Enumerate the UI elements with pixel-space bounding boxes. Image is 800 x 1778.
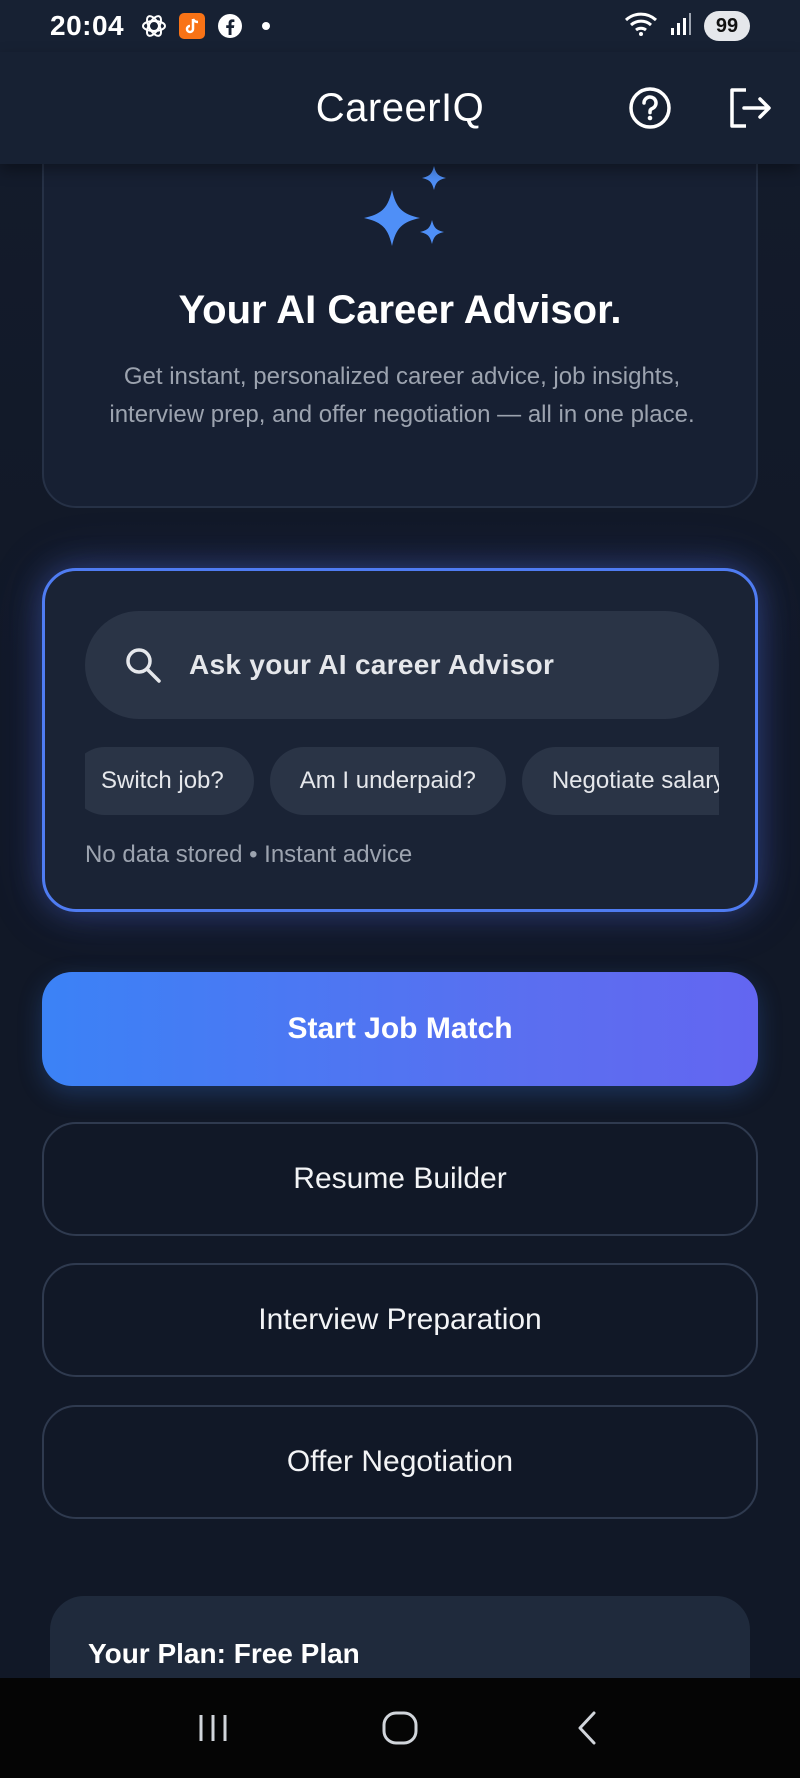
hero-card: Your AI Career Advisor. Get instant, per… (42, 120, 758, 508)
recent-apps-button[interactable] (183, 1698, 243, 1758)
app-notification-icon (178, 12, 206, 40)
suggestion-chips[interactable]: Switch job? Am I underpaid? Negotiate sa… (85, 747, 719, 817)
signal-icon (670, 12, 692, 41)
ask-advisor-input[interactable]: Ask your AI career Advisor (85, 611, 719, 719)
status-right: 99 (624, 11, 750, 42)
facebook-icon (216, 12, 244, 40)
chip-negotiate-salary[interactable]: Negotiate salary (521, 747, 719, 815)
help-circle-icon[interactable] (628, 86, 672, 130)
resume-builder-button[interactable]: Resume Builder (42, 1122, 758, 1236)
wifi-icon (624, 11, 658, 42)
plan-label: Your Plan: Free Plan (88, 1638, 360, 1669)
battery-icon: 99 (704, 11, 750, 41)
recent-apps-icon (199, 1715, 227, 1741)
home-button[interactable] (370, 1698, 430, 1758)
notification-dot (262, 22, 271, 30)
start-job-match-button[interactable]: Start Job Match (42, 972, 758, 1086)
sparkles-icon (364, 166, 446, 246)
search-icon (126, 648, 161, 683)
back-icon (578, 1711, 596, 1745)
hero-title: Your AI Career Advisor. (178, 288, 622, 332)
back-button[interactable] (557, 1698, 617, 1758)
logout-icon[interactable] (726, 86, 772, 130)
interview-preparation-button[interactable]: Interview Preparation (42, 1263, 758, 1377)
ask-placeholder: Ask your AI career Advisor (189, 649, 555, 680)
hero-subtitle: Get instant, personalized career advice,… (109, 363, 695, 428)
system-nav-bar (0, 1678, 800, 1778)
offer-negotiation-button[interactable]: Offer Negotiation (42, 1405, 758, 1519)
chip-switch-job[interactable]: Switch job? (85, 747, 254, 815)
status-bar: 20:04 99 (0, 0, 800, 52)
home-icon (382, 1711, 418, 1745)
app-bar: CareerIQ (0, 52, 800, 164)
screen: 20:04 99 Your AI Career Advisor. Get ins… (0, 0, 800, 1778)
privacy-note: No data stored • Instant advice (85, 841, 413, 868)
chip-underpaid[interactable]: Am I underpaid? (269, 747, 506, 815)
ask-advisor-card: Ask your AI career Advisor Switch job? A… (42, 568, 758, 912)
status-time: 20:04 (50, 10, 125, 41)
openai-icon (140, 12, 168, 40)
app-title: CareerIQ (315, 85, 485, 130)
